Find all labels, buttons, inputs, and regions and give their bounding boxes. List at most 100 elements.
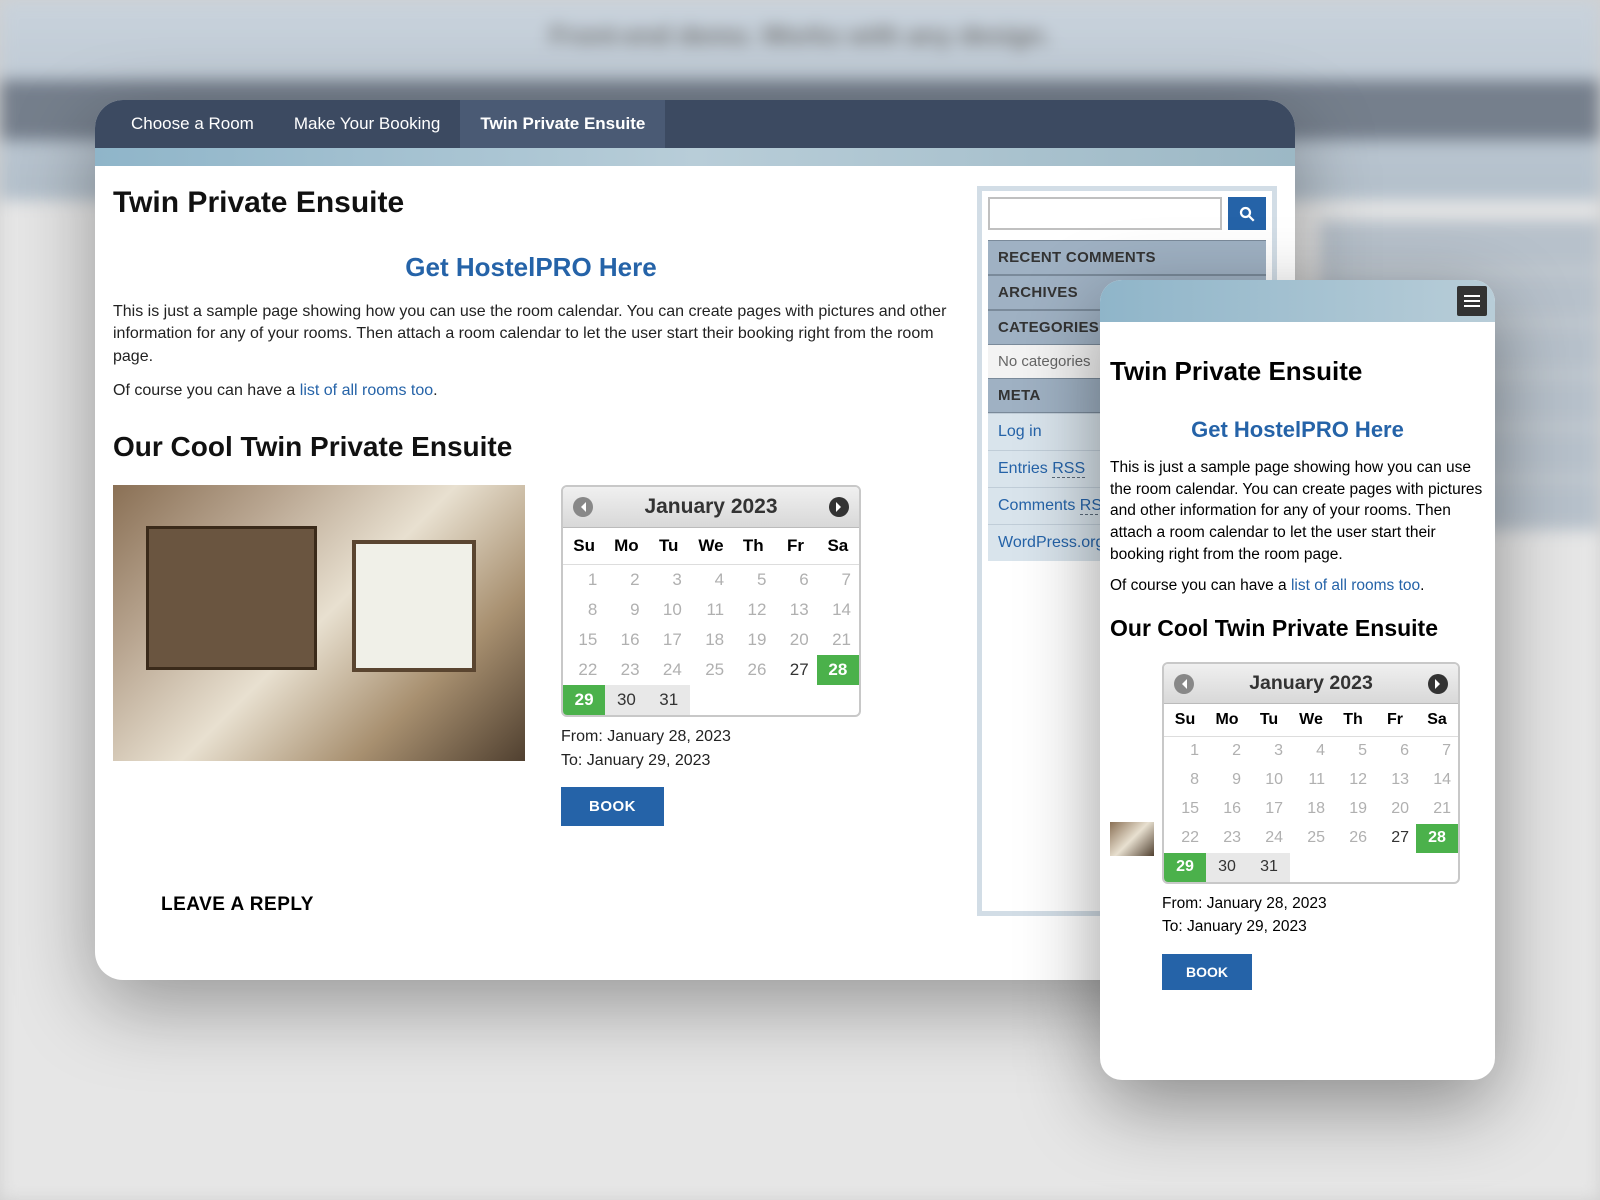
calendar-day[interactable]: 21 xyxy=(1416,795,1458,824)
nav-make-booking[interactable]: Make Your Booking xyxy=(274,100,461,148)
calendar-dow: Fr xyxy=(1374,704,1416,737)
calendar-day[interactable]: 27 xyxy=(774,655,816,685)
calendar-day[interactable]: 10 xyxy=(648,595,690,625)
calendar-day[interactable]: 8 xyxy=(563,595,605,625)
mobile-all-rooms-link[interactable]: list of all rooms too xyxy=(1291,577,1420,594)
calendar-day[interactable]: 10 xyxy=(1248,766,1290,795)
calendar-day[interactable]: 6 xyxy=(774,564,816,595)
calendar-day[interactable]: 16 xyxy=(1206,795,1248,824)
calendar-day[interactable]: 23 xyxy=(1206,824,1248,853)
calendar-next-icon[interactable] xyxy=(829,497,849,517)
list-prefix: Of course you can have a xyxy=(113,382,300,399)
calendar-day[interactable]: 29 xyxy=(563,685,605,715)
calendar-day[interactable]: 15 xyxy=(563,625,605,655)
calendar-day[interactable]: 14 xyxy=(817,595,859,625)
calendar-dow: Su xyxy=(1164,704,1206,737)
mobile-calendar-title: January 2023 xyxy=(1249,672,1373,695)
calendar-day xyxy=(1416,853,1458,882)
calendar-prev-icon[interactable] xyxy=(573,497,593,517)
calendar-day[interactable]: 12 xyxy=(1332,766,1374,795)
calendar-day[interactable]: 17 xyxy=(1248,795,1290,824)
calendar-dow: Th xyxy=(1332,704,1374,737)
calendar-day[interactable]: 13 xyxy=(774,595,816,625)
calendar-day[interactable]: 22 xyxy=(1164,824,1206,853)
mobile-promo-link[interactable]: Get HostelPRO Here xyxy=(1110,417,1485,443)
nav-twin-private[interactable]: Twin Private Ensuite xyxy=(460,100,665,148)
calendar-day[interactable]: 20 xyxy=(1374,795,1416,824)
list-suffix: . xyxy=(433,382,437,399)
calendar-day[interactable]: 2 xyxy=(605,564,647,595)
calendar-day[interactable]: 12 xyxy=(732,595,774,625)
calendar-day[interactable]: 25 xyxy=(690,655,732,685)
calendar-day[interactable]: 24 xyxy=(648,655,690,685)
calendar-day[interactable]: 11 xyxy=(1290,766,1332,795)
calendar-day[interactable]: 30 xyxy=(605,685,647,715)
calendar-day[interactable]: 28 xyxy=(1416,824,1458,853)
calendar-day[interactable]: 15 xyxy=(1164,795,1206,824)
search-input[interactable] xyxy=(988,197,1222,230)
hamburger-menu-icon[interactable] xyxy=(1457,286,1487,316)
calendar-day[interactable]: 30 xyxy=(1206,853,1248,882)
from-date: January 28, 2023 xyxy=(607,728,731,745)
calendar-day[interactable]: 29 xyxy=(1164,853,1206,882)
from-label: From: xyxy=(561,728,607,745)
calendar-day[interactable]: 27 xyxy=(1374,824,1416,853)
calendar-day[interactable]: 4 xyxy=(1290,737,1332,766)
calendar-dow: We xyxy=(690,528,732,565)
calendar-day[interactable]: 5 xyxy=(732,564,774,595)
calendar-day[interactable]: 23 xyxy=(605,655,647,685)
calendar-day[interactable]: 19 xyxy=(732,625,774,655)
calendar-day[interactable]: 26 xyxy=(1332,824,1374,853)
calendar-day[interactable]: 1 xyxy=(563,564,605,595)
calendar-day[interactable]: 22 xyxy=(563,655,605,685)
calendar-day[interactable]: 24 xyxy=(1248,824,1290,853)
calendar-day[interactable]: 11 xyxy=(690,595,732,625)
calendar-day[interactable]: 7 xyxy=(1416,737,1458,766)
mobile-rooms-list: Of course you can have a list of all roo… xyxy=(1110,575,1485,597)
main-nav: Choose a Room Make Your Booking Twin Pri… xyxy=(95,100,1295,148)
nav-choose-room[interactable]: Choose a Room xyxy=(111,100,274,148)
calendar-day[interactable]: 28 xyxy=(817,655,859,685)
calendar-day[interactable]: 3 xyxy=(648,564,690,595)
calendar-dow: Sa xyxy=(1416,704,1458,737)
promo-link[interactable]: Get HostelPRO Here xyxy=(113,252,949,283)
calendar-day[interactable]: 21 xyxy=(817,625,859,655)
calendar-day[interactable]: 17 xyxy=(648,625,690,655)
search-button[interactable] xyxy=(1228,197,1266,230)
calendar-day[interactable]: 7 xyxy=(817,564,859,595)
calendar-day[interactable]: 31 xyxy=(648,685,690,715)
mobile-intro: This is just a sample page showing how y… xyxy=(1110,457,1485,565)
mobile-calendar-next-icon[interactable] xyxy=(1428,674,1448,694)
calendar-day[interactable]: 14 xyxy=(1416,766,1458,795)
calendar-day[interactable]: 18 xyxy=(1290,795,1332,824)
bg-tagline: Front-end demo. Works with any design. xyxy=(550,20,1051,51)
calendar-day[interactable]: 19 xyxy=(1332,795,1374,824)
calendar-day[interactable]: 20 xyxy=(774,625,816,655)
calendar-day[interactable]: 6 xyxy=(1374,737,1416,766)
all-rooms-link[interactable]: list of all rooms too xyxy=(300,382,433,399)
calendar-day[interactable]: 1 xyxy=(1164,737,1206,766)
calendar-day[interactable]: 5 xyxy=(1332,737,1374,766)
mobile-calendar-prev-icon[interactable] xyxy=(1174,674,1194,694)
calendar-day[interactable]: 8 xyxy=(1164,766,1206,795)
calendar-day[interactable]: 4 xyxy=(690,564,732,595)
leave-reply-title: LEAVE A REPLY xyxy=(161,894,949,916)
calendar-day[interactable]: 9 xyxy=(605,595,647,625)
mobile-section-title: Our Cool Twin Private Ensuite xyxy=(1110,615,1485,642)
mobile-booking-panel: January 2023 SuMoTuWeThFrSa1234567891011… xyxy=(1162,662,1460,990)
mobile-book-button[interactable]: BOOK xyxy=(1162,954,1252,990)
calendar-day[interactable]: 25 xyxy=(1290,824,1332,853)
calendar-dow: Fr xyxy=(774,528,816,565)
calendar-day[interactable]: 18 xyxy=(690,625,732,655)
calendar-day[interactable]: 9 xyxy=(1206,766,1248,795)
calendar-day xyxy=(690,685,732,715)
calendar-day[interactable]: 31 xyxy=(1248,853,1290,882)
calendar-day[interactable]: 3 xyxy=(1248,737,1290,766)
calendar-day xyxy=(1332,853,1374,882)
calendar-day[interactable]: 13 xyxy=(1374,766,1416,795)
calendar-dow: Th xyxy=(732,528,774,565)
calendar-day[interactable]: 26 xyxy=(732,655,774,685)
book-button[interactable]: BOOK xyxy=(561,787,664,826)
calendar-day[interactable]: 2 xyxy=(1206,737,1248,766)
calendar-day[interactable]: 16 xyxy=(605,625,647,655)
